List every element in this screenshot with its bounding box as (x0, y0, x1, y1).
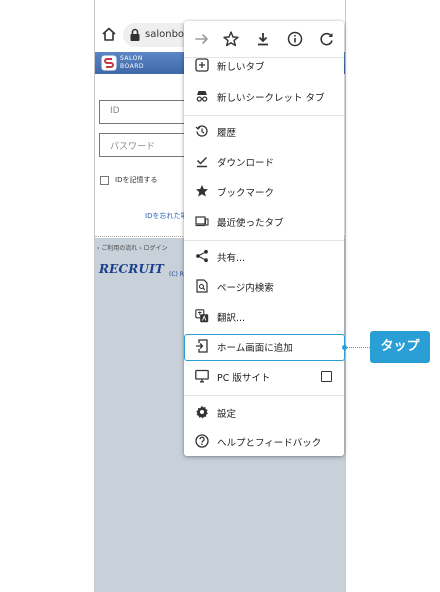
download-icon[interactable] (254, 30, 272, 48)
footer-links[interactable]: › ご利用の流れ › ログイン (97, 243, 168, 252)
menu-item-label: PC 版サイト (217, 373, 271, 384)
recent-tabs-icon (195, 216, 209, 227)
forgot-id-link[interactable]: IDを忘れた場 (145, 211, 187, 221)
info-icon[interactable] (286, 30, 304, 48)
plus-square-icon (195, 58, 209, 72)
desktop-site-checkbox[interactable] (321, 371, 332, 382)
download-check-icon (196, 156, 208, 168)
menu-item-recent-tabs[interactable]: 最近使ったタブ (184, 207, 344, 237)
menu-separator (184, 395, 344, 396)
menu-item-label: 新しいシークレット タブ (217, 93, 325, 104)
menu-item-label: ダウンロード (217, 158, 275, 169)
menu-item-label: 翻訳... (217, 313, 246, 324)
menu-item-share[interactable]: 共有... (184, 242, 344, 272)
menu-item-label: 設定 (217, 409, 237, 420)
history-icon (195, 125, 208, 137)
refresh-icon[interactable] (318, 30, 336, 48)
menu-item-label: ページ内検索 (217, 283, 274, 294)
menu-separator (184, 240, 344, 241)
menu-item-label: 共有... (217, 253, 246, 264)
forward-icon[interactable] (193, 30, 211, 48)
bookmark-star-icon[interactable] (222, 30, 240, 48)
menu-item-new-tab[interactable]: 新しいタブ (184, 51, 344, 81)
recruit-logo: RECRUIT (99, 262, 165, 276)
translate-icon (195, 309, 209, 323)
home-icon[interactable] (101, 26, 117, 42)
menu-item-find-in-page[interactable]: ページ内検索 (184, 272, 344, 302)
menu-item-help-feedback[interactable]: ヘルプとフィードバック (184, 427, 344, 457)
callout-connector (345, 347, 370, 348)
find-in-page-icon (196, 279, 208, 293)
menu-item-bookmarks[interactable]: ブックマーク (184, 177, 344, 207)
highlight-frame (184, 334, 345, 361)
menu-item-label: 新しいタブ (217, 62, 265, 73)
desktop-icon (195, 369, 209, 383)
gear-icon (196, 405, 208, 419)
logo-text-line2: BOARD (120, 63, 145, 70)
browser-menu: 新しいタブ 新しいシークレット タブ 履歴 ダウンロード ブックマーク 最近使っ… (184, 21, 344, 456)
menu-separator (184, 115, 344, 116)
lock-icon (130, 28, 140, 41)
share-icon (196, 249, 208, 263)
remember-id-checkbox[interactable] (100, 176, 109, 185)
menu-item-settings[interactable]: 設定 (184, 398, 344, 428)
menu-item-new-incognito-tab[interactable]: 新しいシークレット タブ (184, 82, 344, 112)
menu-item-label: ブックマーク (217, 188, 275, 199)
help-icon (195, 434, 209, 448)
menu-item-label: 履歴 (217, 128, 237, 139)
id-placeholder: ID (110, 106, 120, 116)
password-placeholder: パスワード (110, 142, 156, 152)
incognito-icon (196, 91, 208, 102)
salon-board-logo (101, 55, 117, 71)
logo-text-line1: SALON (120, 55, 143, 62)
copyright-text: (C) R (169, 271, 184, 278)
menu-item-translate[interactable]: 翻訳... (184, 302, 344, 332)
tap-callout: タップ (370, 331, 430, 363)
menu-item-history[interactable]: 履歴 (184, 117, 344, 147)
remember-id-label: IDを記憶する (115, 176, 158, 184)
menu-item-downloads[interactable]: ダウンロード (184, 147, 344, 177)
menu-item-label: 最近使ったタブ (217, 218, 284, 229)
menu-item-desktop-site[interactable]: PC 版サイト (184, 362, 344, 392)
logo-text: SALON BOARD (120, 55, 144, 71)
menu-item-label: ヘルプとフィードバック (217, 438, 322, 449)
star-filled-icon (196, 185, 208, 197)
